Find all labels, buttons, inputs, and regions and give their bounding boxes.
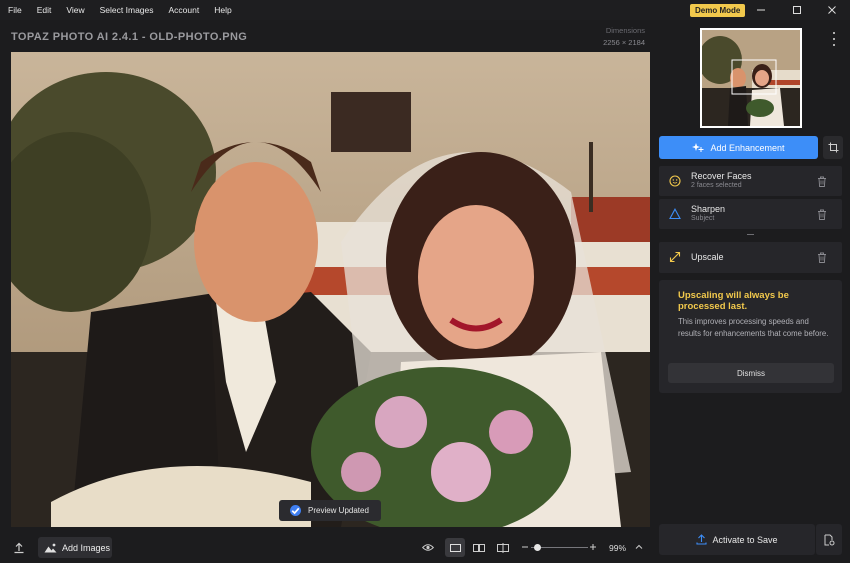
dimensions-label: Dimensions xyxy=(605,26,645,35)
split-view-button[interactable] xyxy=(493,538,513,557)
split-view-icon xyxy=(497,542,509,553)
add-enhancement-button[interactable]: Add Enhancement xyxy=(659,136,818,159)
trash-icon[interactable] xyxy=(817,176,827,187)
kebab-dot-icon xyxy=(832,37,836,41)
side-by-side-button[interactable] xyxy=(469,538,489,557)
menu-file[interactable]: File xyxy=(0,5,29,15)
triangle-icon xyxy=(669,208,681,220)
add-images-button[interactable]: Add Images xyxy=(38,537,112,558)
menu-view[interactable]: View xyxy=(58,5,91,15)
close-icon xyxy=(828,6,836,14)
navigator-thumbnail[interactable] xyxy=(700,28,802,128)
enhancement-subtitle: Subject xyxy=(691,215,715,222)
minimize-button[interactable] xyxy=(743,0,779,20)
plus-icon xyxy=(590,544,596,550)
trash-icon[interactable] xyxy=(817,209,827,220)
upscale-info-note: Upscaling will always be processed last.… xyxy=(659,280,842,393)
upload-icon xyxy=(14,542,24,554)
note-title: Upscaling will always be processed last. xyxy=(678,290,789,312)
dismiss-button[interactable]: Dismiss xyxy=(668,363,834,383)
upload-icon xyxy=(696,534,708,545)
enhancement-recover-faces[interactable]: Recover Faces 2 faces selected xyxy=(659,166,842,196)
activate-label: Activate to Save xyxy=(712,534,778,545)
image-preview[interactable]: Preview Updated xyxy=(11,52,650,527)
enhancement-panel: Add Enhancement Recover Faces 2 faces se… xyxy=(658,20,850,563)
demo-mode-badge[interactable]: Demo Mode xyxy=(690,4,746,17)
activate-to-save-button[interactable]: Activate to Save xyxy=(659,524,815,555)
toast-text: Preview Updated xyxy=(308,506,369,515)
close-button[interactable] xyxy=(814,0,850,20)
enhancement-upscale[interactable]: Upscale xyxy=(659,242,842,273)
zoom-slider-handle[interactable] xyxy=(534,544,542,551)
menu-account[interactable]: Account xyxy=(161,5,207,15)
trash-icon[interactable] xyxy=(817,252,827,263)
dimensions-value: 2256 × 2184 xyxy=(603,38,645,47)
enhancement-title: Recover Faces xyxy=(691,171,752,181)
side-by-side-icon xyxy=(473,543,485,552)
preview-toggle-button[interactable] xyxy=(418,538,438,557)
zoom-options-button[interactable] xyxy=(634,541,644,553)
wedding-photo-image xyxy=(11,52,650,527)
image-mountain-icon xyxy=(44,543,57,552)
upload-button[interactable] xyxy=(11,540,27,556)
enhancement-sharpen[interactable]: Sharpen Subject xyxy=(659,199,842,229)
thumbnail-image xyxy=(702,30,800,126)
kebab-dot-icon xyxy=(832,43,836,46)
export-settings-button[interactable] xyxy=(816,524,842,555)
document-title: TOPAZ PHOTO AI 2.4.1 - OLD-PHOTO.PNG xyxy=(11,31,248,43)
single-view-icon xyxy=(449,543,461,552)
maximize-button[interactable] xyxy=(779,0,815,20)
enhancement-title: Upscale xyxy=(691,252,724,262)
section-divider xyxy=(747,234,754,235)
file-settings-icon xyxy=(824,534,834,545)
minus-icon xyxy=(522,546,528,548)
chevron-up-icon xyxy=(635,544,643,549)
minimize-icon xyxy=(757,9,765,11)
menu-select-images[interactable]: Select Images xyxy=(92,5,161,15)
bottom-toolbar: Add Images 99% xyxy=(0,532,658,563)
face-icon xyxy=(669,175,681,187)
zoom-in-button[interactable] xyxy=(589,541,597,553)
add-enhancement-label: Add Enhancement xyxy=(710,142,785,153)
menu-edit[interactable]: Edit xyxy=(29,5,59,15)
eye-icon xyxy=(422,544,434,551)
enhancement-title: Sharpen xyxy=(691,204,726,214)
single-view-button[interactable] xyxy=(445,538,465,557)
crop-icon xyxy=(828,142,838,153)
add-images-label: Add Images xyxy=(62,542,111,553)
more-options-button[interactable] xyxy=(829,32,839,46)
check-circle-icon xyxy=(290,505,301,516)
sparkle-plus-icon xyxy=(692,143,704,152)
zoom-level[interactable]: 99% xyxy=(609,543,626,553)
crop-button[interactable] xyxy=(823,136,843,159)
maximize-icon xyxy=(793,6,801,14)
zoom-out-button[interactable] xyxy=(521,541,529,553)
expand-arrows-icon xyxy=(669,251,681,263)
kebab-dot-icon xyxy=(832,32,836,35)
note-body: This improves processing speeds and resu… xyxy=(678,317,829,338)
preview-updated-toast: Preview Updated xyxy=(279,500,381,521)
menu-help[interactable]: Help xyxy=(206,5,238,15)
enhancement-subtitle: 2 faces selected xyxy=(691,182,742,189)
